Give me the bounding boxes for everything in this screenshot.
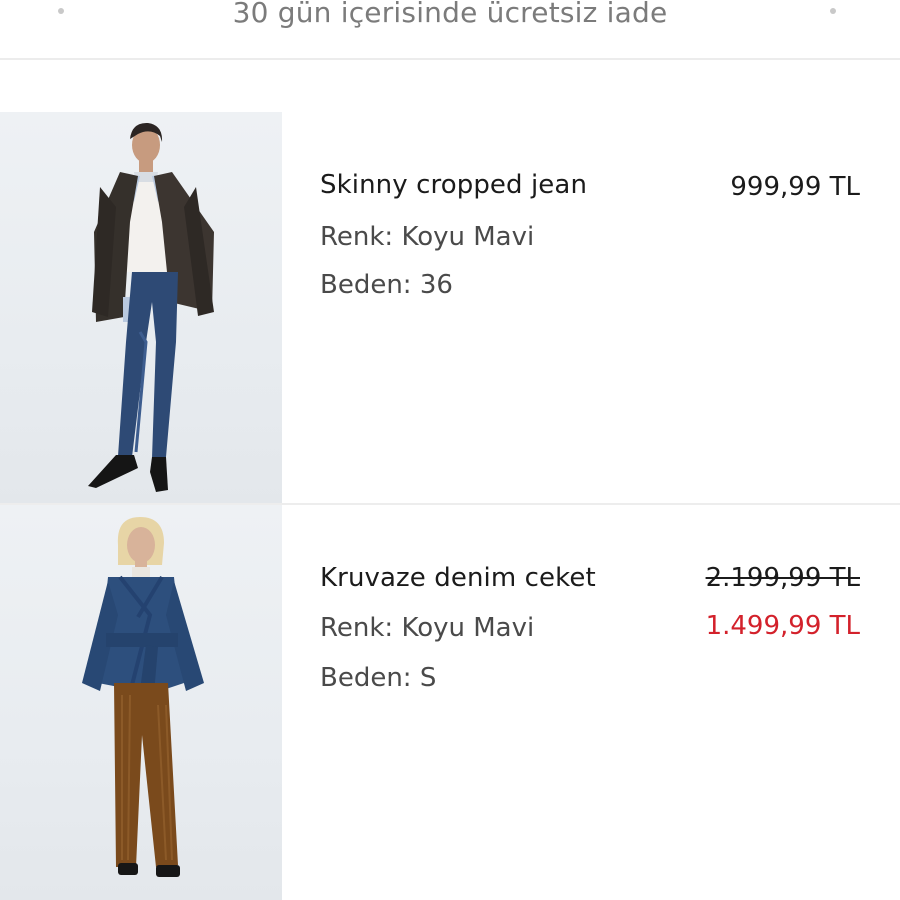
cart-item[interactable]: Skinny cropped jean Renk: Koyu Mavi Bede… bbox=[0, 112, 900, 504]
model-denim-jacket-illustration bbox=[82, 517, 204, 877]
product-size: Beden: S bbox=[320, 663, 437, 693]
promo-banner: › 30 gün içerisinde ücretsiz iade bbox=[0, 0, 900, 60]
original-price: 2.199,99 TL bbox=[705, 563, 860, 593]
free-return-text: 30 gün içerisinde ücretsiz iade bbox=[232, 0, 668, 29]
cart-item[interactable]: Kruvaze denim ceket Renk: Koyu Mavi Bede… bbox=[0, 505, 900, 900]
cart-page: › 30 gün içerisinde ücretsiz iade bbox=[0, 0, 900, 900]
product-name[interactable]: Kruvaze denim ceket bbox=[320, 563, 596, 593]
product-color: Renk: Koyu Mavi bbox=[320, 222, 535, 252]
product-image[interactable] bbox=[0, 112, 282, 504]
carousel-dot-icon bbox=[830, 8, 836, 14]
model-jacket-jeans-illustration bbox=[88, 122, 214, 492]
product-name[interactable]: Skinny cropped jean bbox=[320, 170, 587, 200]
product-image[interactable] bbox=[0, 505, 282, 900]
sale-price: 1.499,99 TL bbox=[705, 611, 860, 641]
product-size: Beden: 36 bbox=[320, 270, 453, 300]
product-color: Renk: Koyu Mavi bbox=[320, 613, 535, 643]
product-price: 999,99 TL bbox=[730, 172, 860, 202]
